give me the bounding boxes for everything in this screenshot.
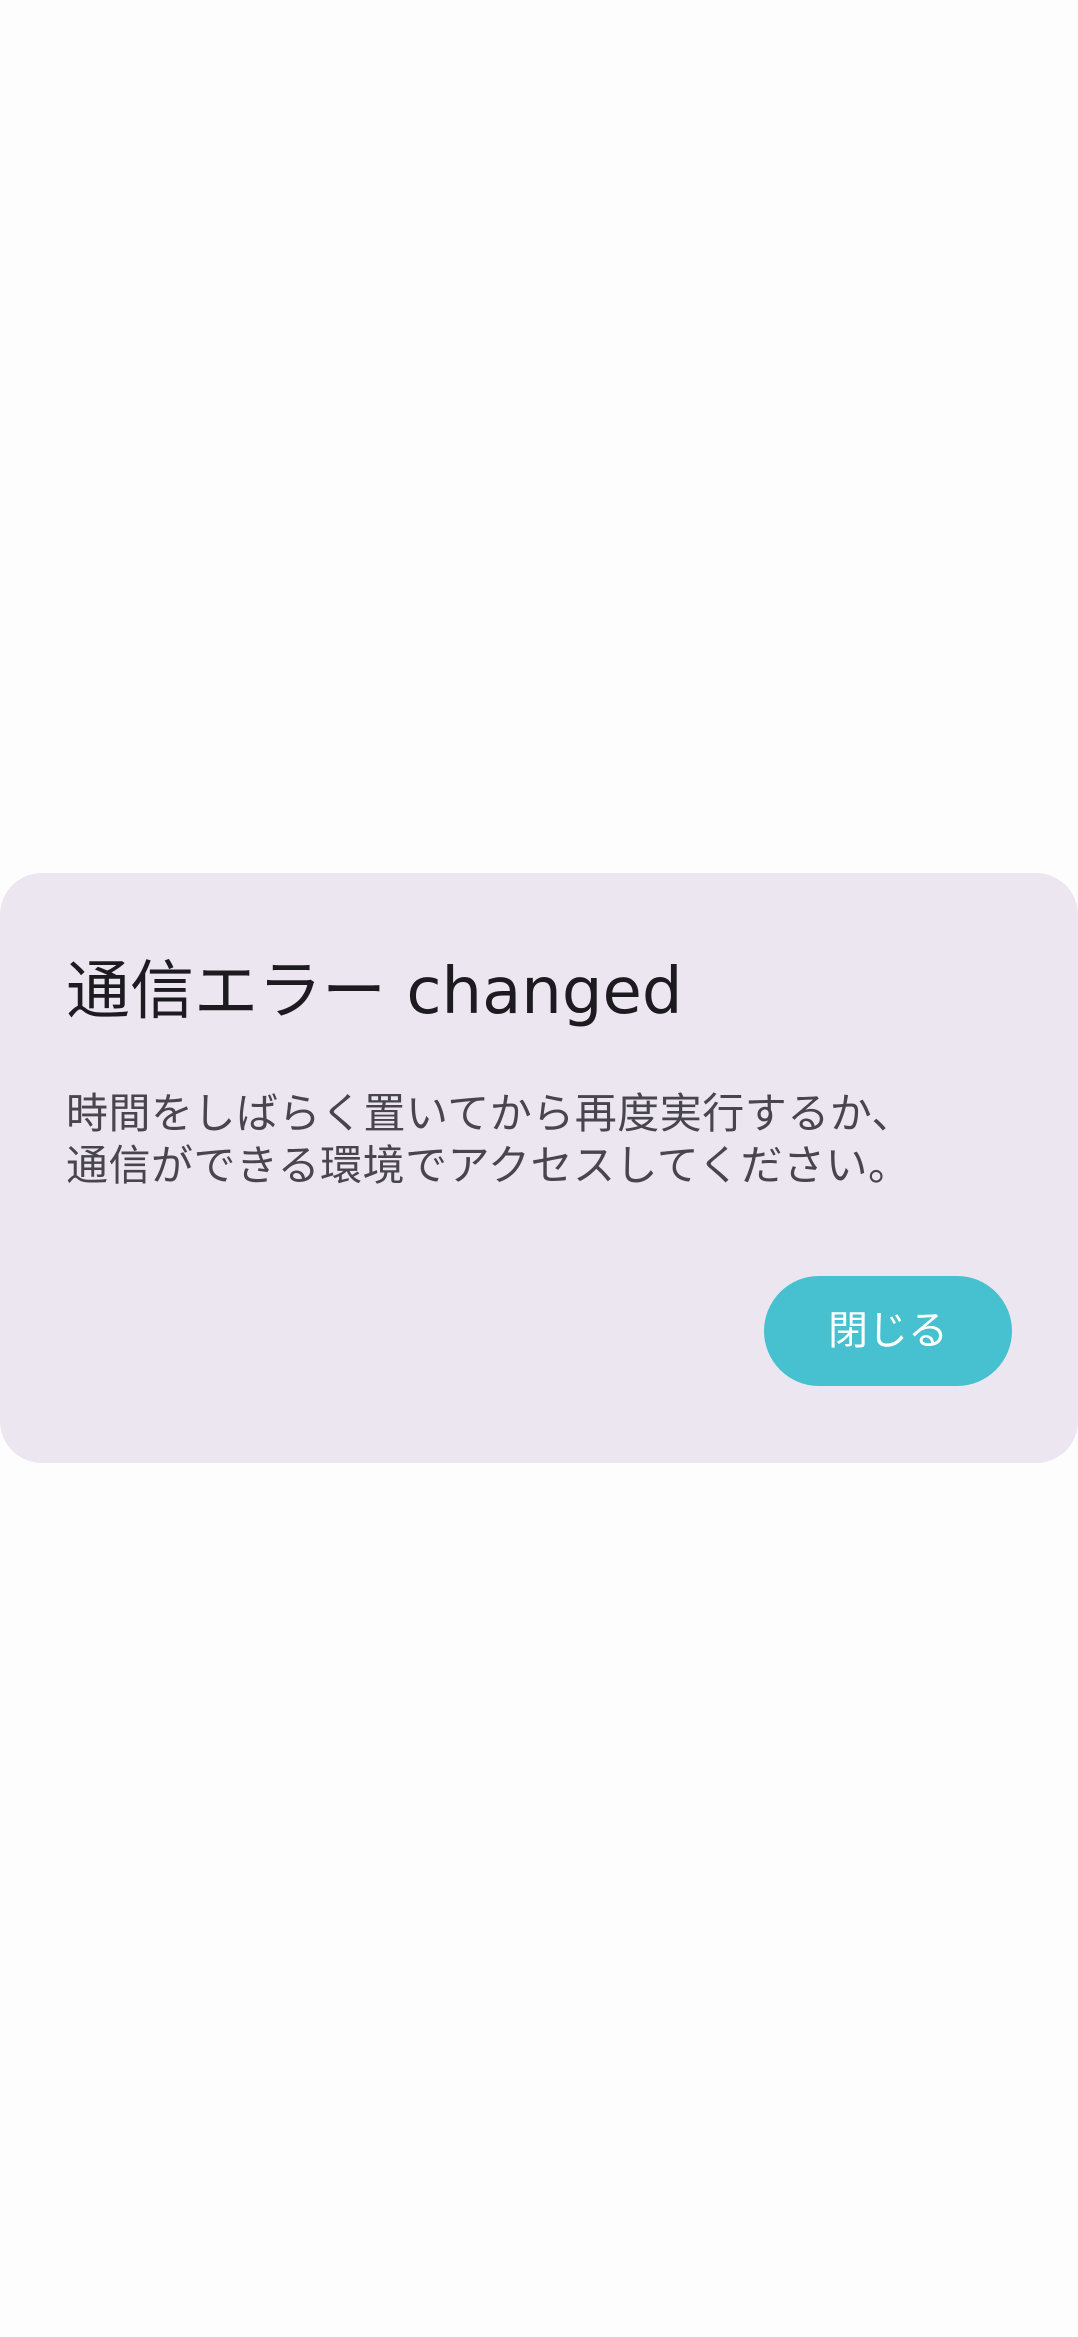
dialog-title: 通信エラー changed bbox=[66, 955, 683, 1029]
dialog-message-line-1: 時間をしばらく置いてから再度実行するか、 bbox=[66, 1089, 914, 1138]
close-button[interactable]: 閉じる bbox=[764, 1276, 1012, 1386]
dialog-message-line-2: 通信ができる環境でアクセスしてください。 bbox=[66, 1141, 911, 1190]
dialog-message: 時間をしばらく置いてから再度実行するか、 通信ができる環境でアクセスしてください… bbox=[66, 1088, 1016, 1192]
screen: 通信エラー changed 時間をしばらく置いてから再度実行するか、 通信ができ… bbox=[0, 0, 1078, 2337]
